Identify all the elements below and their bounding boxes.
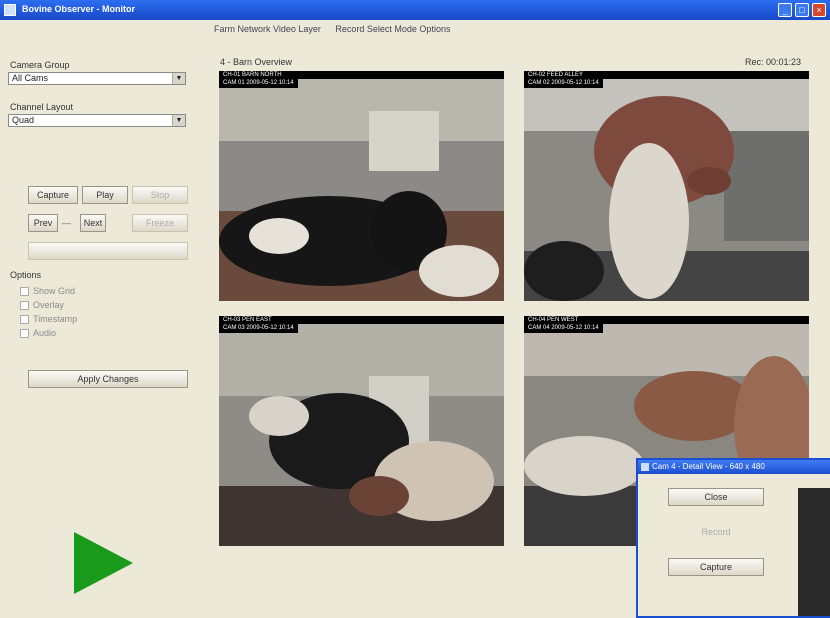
camera-view-3[interactable]: CH-03 PEN EAST CAM 03 2009-05-12 10:14 (219, 316, 504, 546)
freeze-button[interactable]: Freeze (132, 214, 188, 232)
camera-view-2[interactable]: CH-02 FEED ALLEY CAM 02 2009-05-12 10:14 (524, 71, 809, 301)
channel-layout-label: Channel Layout (10, 102, 74, 112)
camera-group-label: Camera Group (10, 60, 70, 70)
options-label: Options (10, 270, 42, 280)
camera-timestamp: CAM 04 2009-05-12 10:14 (524, 324, 603, 333)
capture-button[interactable]: Capture (28, 186, 78, 204)
checkbox-icon (20, 329, 29, 339)
camera-timestamp: CAM 03 2009-05-12 10:14 (219, 324, 298, 333)
camera-label: CH-04 PEN WEST (524, 316, 809, 324)
dialog-record-button[interactable]: Record (668, 524, 764, 542)
progress-field (28, 242, 188, 260)
recording-info: Rec: 00:01:23 (745, 57, 802, 67)
stop-button[interactable]: Stop (132, 186, 188, 204)
checkbox-icon (20, 287, 29, 297)
minimize-button[interactable]: _ (778, 3, 792, 17)
option-show-grid[interactable]: Show Grid (20, 286, 75, 297)
apply-changes-button[interactable]: Apply Changes (28, 370, 188, 388)
menu-item-video-layer[interactable]: Farm Network Video Layer (214, 24, 321, 34)
camera-view-1[interactable]: CH-01 BARN NORTH CAM 01 2009-05-12 10:14 (219, 71, 504, 301)
window-title: Bovine Observer - Monitor (22, 4, 136, 14)
range-separator: — (62, 218, 71, 228)
camera-timestamp: CAM 01 2009-05-12 10:14 (219, 79, 298, 88)
camera-feed-3 (219, 316, 504, 546)
dialog-title: Cam 4 - Detail View - 640 x 480 (652, 462, 765, 471)
app-icon (4, 4, 16, 16)
dialog-capture-button[interactable]: Capture (668, 558, 764, 576)
camera-feed-2 (524, 71, 809, 301)
detail-dialog: Cam 4 - Detail View - 640 x 480 Close Re… (636, 458, 830, 618)
menu-item-record-options[interactable]: Record Select Mode Options (335, 24, 450, 34)
sidebar-panel: Camera Group All Cams ▼ Channel Layout Q… (0, 38, 205, 618)
camera-group-select[interactable]: All Cams ▼ (8, 72, 186, 85)
checkbox-icon (20, 315, 29, 325)
option-timestamp[interactable]: Timestamp (20, 314, 77, 325)
play-button[interactable]: Play (82, 186, 128, 204)
camera-feed-1 (219, 71, 504, 301)
maximize-button[interactable]: □ (795, 3, 809, 17)
window-titlebar: Bovine Observer - Monitor _ □ × (0, 0, 830, 20)
dialog-titlebar: Cam 4 - Detail View - 640 x 480 (638, 460, 830, 474)
channel-layout-select[interactable]: Quad ▼ (8, 114, 186, 127)
play-icon[interactable] (74, 532, 133, 594)
next-button[interactable]: Next (80, 214, 106, 232)
chevron-down-icon: ▼ (172, 73, 185, 84)
camera-label: CH-03 PEN EAST (219, 316, 504, 324)
menu-bar: Farm Network Video Layer Record Select M… (214, 24, 462, 38)
camera-group-value: All Cams (12, 73, 49, 83)
camera-timestamp: CAM 02 2009-05-12 10:14 (524, 79, 603, 88)
close-button[interactable]: × (812, 3, 826, 17)
camera-label: CH-01 BARN NORTH (219, 71, 504, 79)
dialog-close-button[interactable]: Close (668, 488, 764, 506)
panel-title: 4 - Barn Overview (220, 57, 293, 67)
chevron-down-icon: ▼ (172, 115, 185, 126)
option-audio[interactable]: Audio (20, 328, 56, 339)
option-overlay[interactable]: Overlay (20, 300, 64, 311)
camera-label: CH-02 FEED ALLEY (524, 71, 809, 79)
checkbox-icon (20, 301, 29, 311)
dialog-preview-image (798, 488, 830, 616)
channel-layout-value: Quad (12, 115, 35, 125)
prev-button[interactable]: Prev (28, 214, 58, 232)
dialog-icon (641, 463, 649, 471)
